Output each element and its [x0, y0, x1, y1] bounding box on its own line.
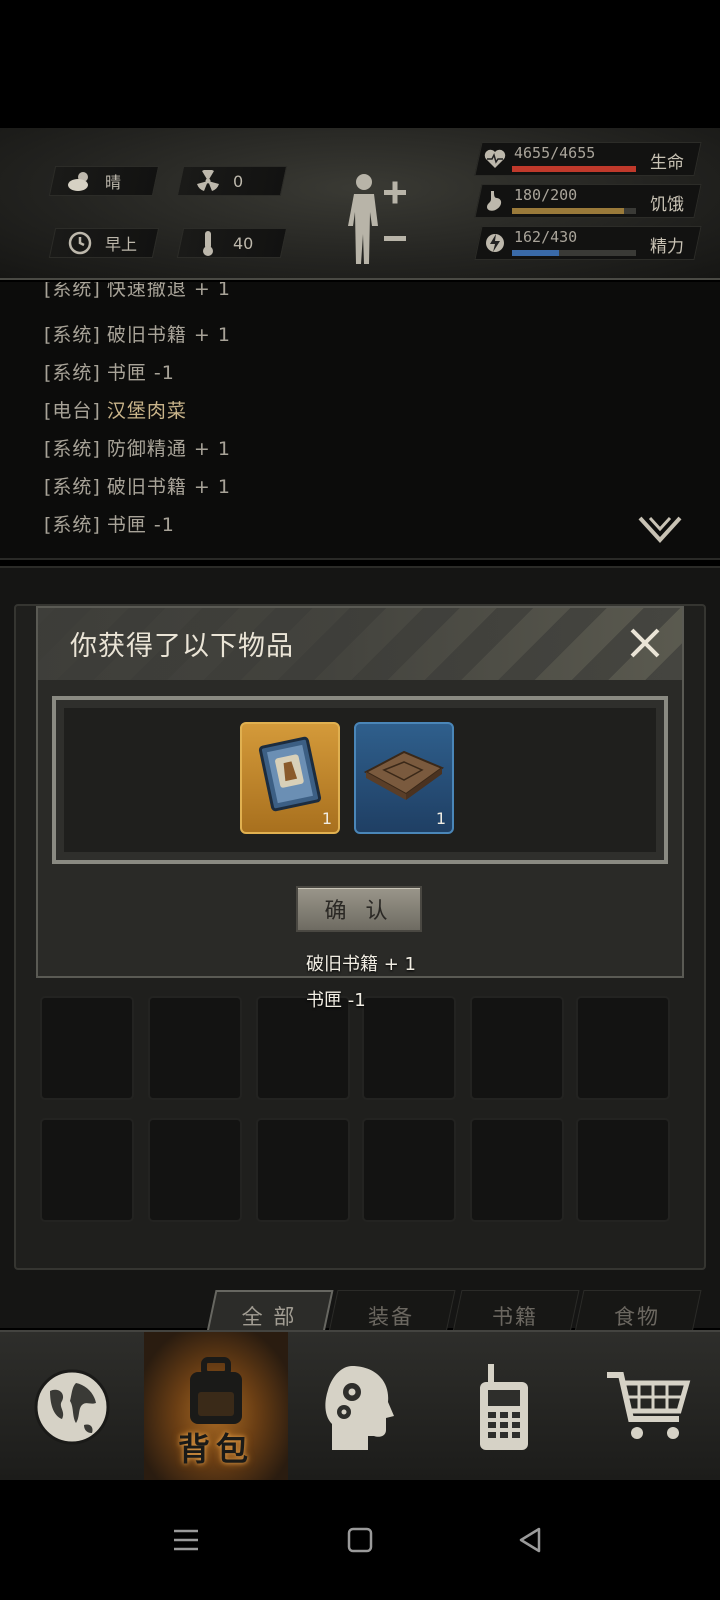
radiation-chip: 0: [176, 166, 288, 196]
home-icon: [347, 1527, 373, 1553]
log-line: [系统] 防御精通 + 1: [44, 438, 231, 460]
expand-log-button[interactable]: [638, 514, 682, 544]
time-chip: 早上: [48, 228, 160, 258]
radiation-icon: [195, 168, 221, 194]
nav-world-map[interactable]: [0, 1332, 144, 1482]
body-status-button[interactable]: [342, 168, 422, 268]
temperature-value: 40: [233, 233, 254, 253]
energy-label: 精力: [650, 237, 684, 257]
heart-icon: [482, 146, 508, 172]
log-line: [系统] 破旧书籍 + 1: [44, 476, 231, 498]
energy-fill: [512, 250, 559, 256]
toast-message: 破旧书籍 + 1: [306, 954, 416, 975]
dialog-header: 你获得了以下物品: [38, 608, 682, 680]
energy-bar: 162/430 精力: [474, 226, 710, 260]
walkie-talkie-icon: [480, 1364, 528, 1450]
backpack-icon: [190, 1357, 242, 1424]
hunger-bar: 180/200 饥饿: [474, 184, 710, 218]
menu-icon: [174, 1529, 198, 1551]
reward-item-book[interactable]: 1: [240, 722, 340, 834]
health-label: 生命: [650, 153, 684, 173]
hunger-label: 饥饿: [650, 195, 684, 215]
item-quantity: 1: [321, 809, 332, 828]
item-quantity: 1: [435, 809, 446, 828]
temperature-chip: 40: [176, 228, 288, 258]
status-panel: 晴 0 早上 40 4655/4655 生命 180/200 饥饿 162/43…: [0, 128, 720, 280]
radiation-value: 0: [233, 171, 244, 191]
thermometer-icon: [195, 230, 221, 256]
system-navigation-bar: [0, 1480, 720, 1600]
lightning-icon: [482, 230, 508, 256]
reward-dialog: 你获得了以下物品 1 1 确 认: [36, 606, 684, 978]
weather-text: 晴: [105, 173, 122, 192]
close-icon: [630, 628, 660, 658]
confirm-button[interactable]: 确 认: [296, 886, 422, 932]
body-figure-icon: [348, 174, 406, 264]
nav-radio[interactable]: [432, 1332, 576, 1482]
chevron-down-icon: [638, 516, 682, 543]
nav-backpack-label: 背包: [177, 1430, 254, 1468]
system-back-button[interactable]: [500, 1510, 560, 1570]
system-menu-button[interactable]: [156, 1510, 216, 1570]
nav-shop[interactable]: [576, 1332, 720, 1482]
back-icon: [519, 1527, 541, 1553]
system-home-button[interactable]: [330, 1510, 390, 1570]
clock-icon: [67, 230, 93, 256]
dialog-title: 你获得了以下物品: [70, 631, 294, 662]
hunger-value: 180/200: [514, 186, 578, 204]
bottom-nav: 背包: [0, 1330, 720, 1482]
log-line: [系统] 快速撤退 + 1: [44, 282, 231, 300]
stomach-icon: [482, 188, 508, 214]
hunger-fill: [512, 208, 624, 214]
head-gears-icon: [325, 1366, 394, 1450]
globe-icon: [34, 1369, 110, 1445]
nav-backpack[interactable]: 背包: [144, 1332, 288, 1482]
nav-skills[interactable]: [288, 1332, 432, 1482]
weather-chip: 晴: [48, 166, 160, 196]
shopping-cart-icon: [607, 1372, 691, 1439]
cloud-sun-icon: [67, 168, 93, 194]
log-line: [系统] 书匣 -1: [44, 362, 175, 384]
reward-items-box: 1 1: [52, 696, 668, 864]
reward-item-map[interactable]: 1: [354, 722, 454, 834]
energy-value: 162/430: [514, 228, 578, 246]
health-fill: [512, 166, 636, 172]
close-button[interactable]: [620, 618, 670, 668]
health-bar: 4655/4655 生命: [474, 142, 710, 176]
log-line: [系统] 破旧书籍 + 1: [44, 324, 231, 346]
message-log[interactable]: [系统] 快速撤退 + 1 [系统] 破旧书籍 + 1 [系统] 书匣 -1 [电台]…: [0, 282, 720, 560]
time-of-day-text: 早上: [105, 235, 138, 254]
log-line: [电台] 汉堡肉菜: [44, 400, 187, 422]
log-line: [系统] 书匣 -1: [44, 514, 175, 536]
toast-message: 书匣 -1: [306, 990, 366, 1011]
health-value: 4655/4655: [514, 144, 596, 162]
